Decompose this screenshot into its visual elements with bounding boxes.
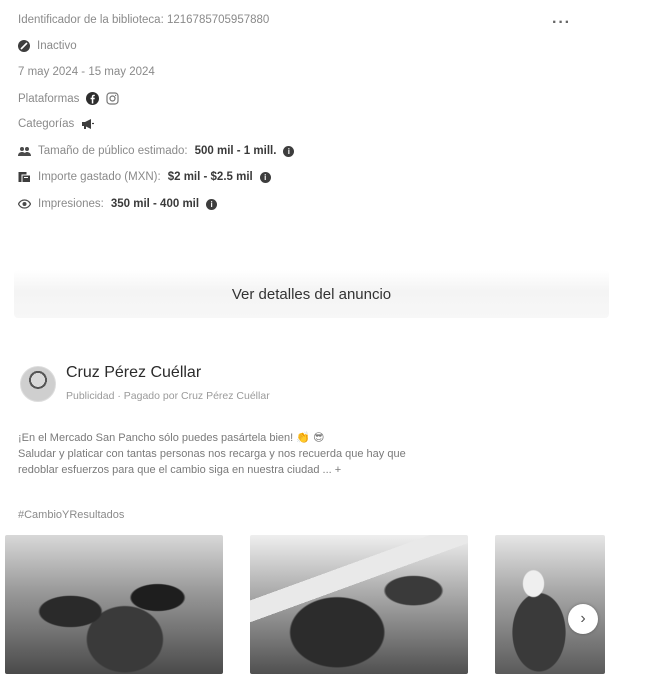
- library-id-value: 1216785705957880: [166, 14, 270, 26]
- library-id-label: Identificador de la biblioteca:: [18, 14, 164, 26]
- ad-text-line: redoblar esfuerzos para que el cambio si…: [18, 464, 342, 476]
- metric-label: Impresiones:: [38, 198, 104, 210]
- ad-text-line: ¡En el Mercado San Pancho sólo puedes pa…: [18, 432, 325, 444]
- more-options-button[interactable]: ···: [552, 14, 571, 32]
- money-icon: [18, 171, 31, 183]
- library-id: Identificador de la biblioteca: 12167857…: [18, 14, 269, 26]
- metric-value: 350 mil - 400 mil: [110, 198, 200, 210]
- advertiser-name[interactable]: Cruz Pérez Cuéllar: [66, 364, 201, 382]
- date-range: 7 may 2024 - 15 may 2024: [18, 66, 155, 78]
- eye-icon: [18, 199, 31, 209]
- metric-label: Importe gastado (MXN):: [38, 171, 161, 183]
- categories-row: Categorías: [18, 118, 95, 130]
- platforms-row: Plataformas: [18, 92, 119, 105]
- metric-value: 500 mil - 1 mill.: [194, 145, 277, 157]
- inactive-circle-icon: [18, 40, 30, 52]
- carousel-image[interactable]: [5, 535, 223, 674]
- megaphone-icon: [81, 118, 95, 130]
- info-icon[interactable]: i: [259, 171, 271, 183]
- info-icon[interactable]: i: [283, 145, 295, 157]
- advertiser-avatar[interactable]: [20, 366, 56, 402]
- metric-label: Tamaño de público estimado:: [38, 145, 188, 157]
- ad-text-line: Saludar y platicar con tantas personas n…: [18, 448, 406, 460]
- facebook-icon: [86, 92, 100, 105]
- ad-body-text: ¡En el Mercado San Pancho sólo puedes pa…: [18, 430, 578, 478]
- info-icon[interactable]: i: [206, 198, 218, 210]
- sponsored-subtitle: Publicidad · Pagado por Cruz Pérez Cuéll…: [66, 390, 270, 402]
- instagram-icon: [106, 92, 119, 105]
- metric-spend: Importe gastado (MXN): $2 mil - $2.5 mil…: [18, 171, 271, 183]
- metric-impressions: Impresiones: 350 mil - 400 mil i: [18, 198, 218, 210]
- carousel-image[interactable]: [250, 535, 468, 674]
- metric-value: $2 mil - $2.5 mil: [167, 171, 253, 183]
- platforms-label: Plataformas: [18, 92, 80, 105]
- status-row: Inactivo: [18, 40, 77, 52]
- status-label: Inactivo: [37, 40, 77, 52]
- ad-details-button[interactable]: Ver detalles del anuncio: [14, 270, 609, 318]
- metric-audience: Tamaño de público estimado: 500 mil - 1 …: [18, 145, 295, 157]
- chevron-right-icon: ›: [580, 610, 586, 627]
- audience-icon: [18, 146, 31, 157]
- hashtag-link[interactable]: #CambioYResultados: [18, 509, 124, 521]
- categories-label: Categorías: [18, 118, 75, 130]
- carousel-next-button[interactable]: ›: [568, 604, 598, 634]
